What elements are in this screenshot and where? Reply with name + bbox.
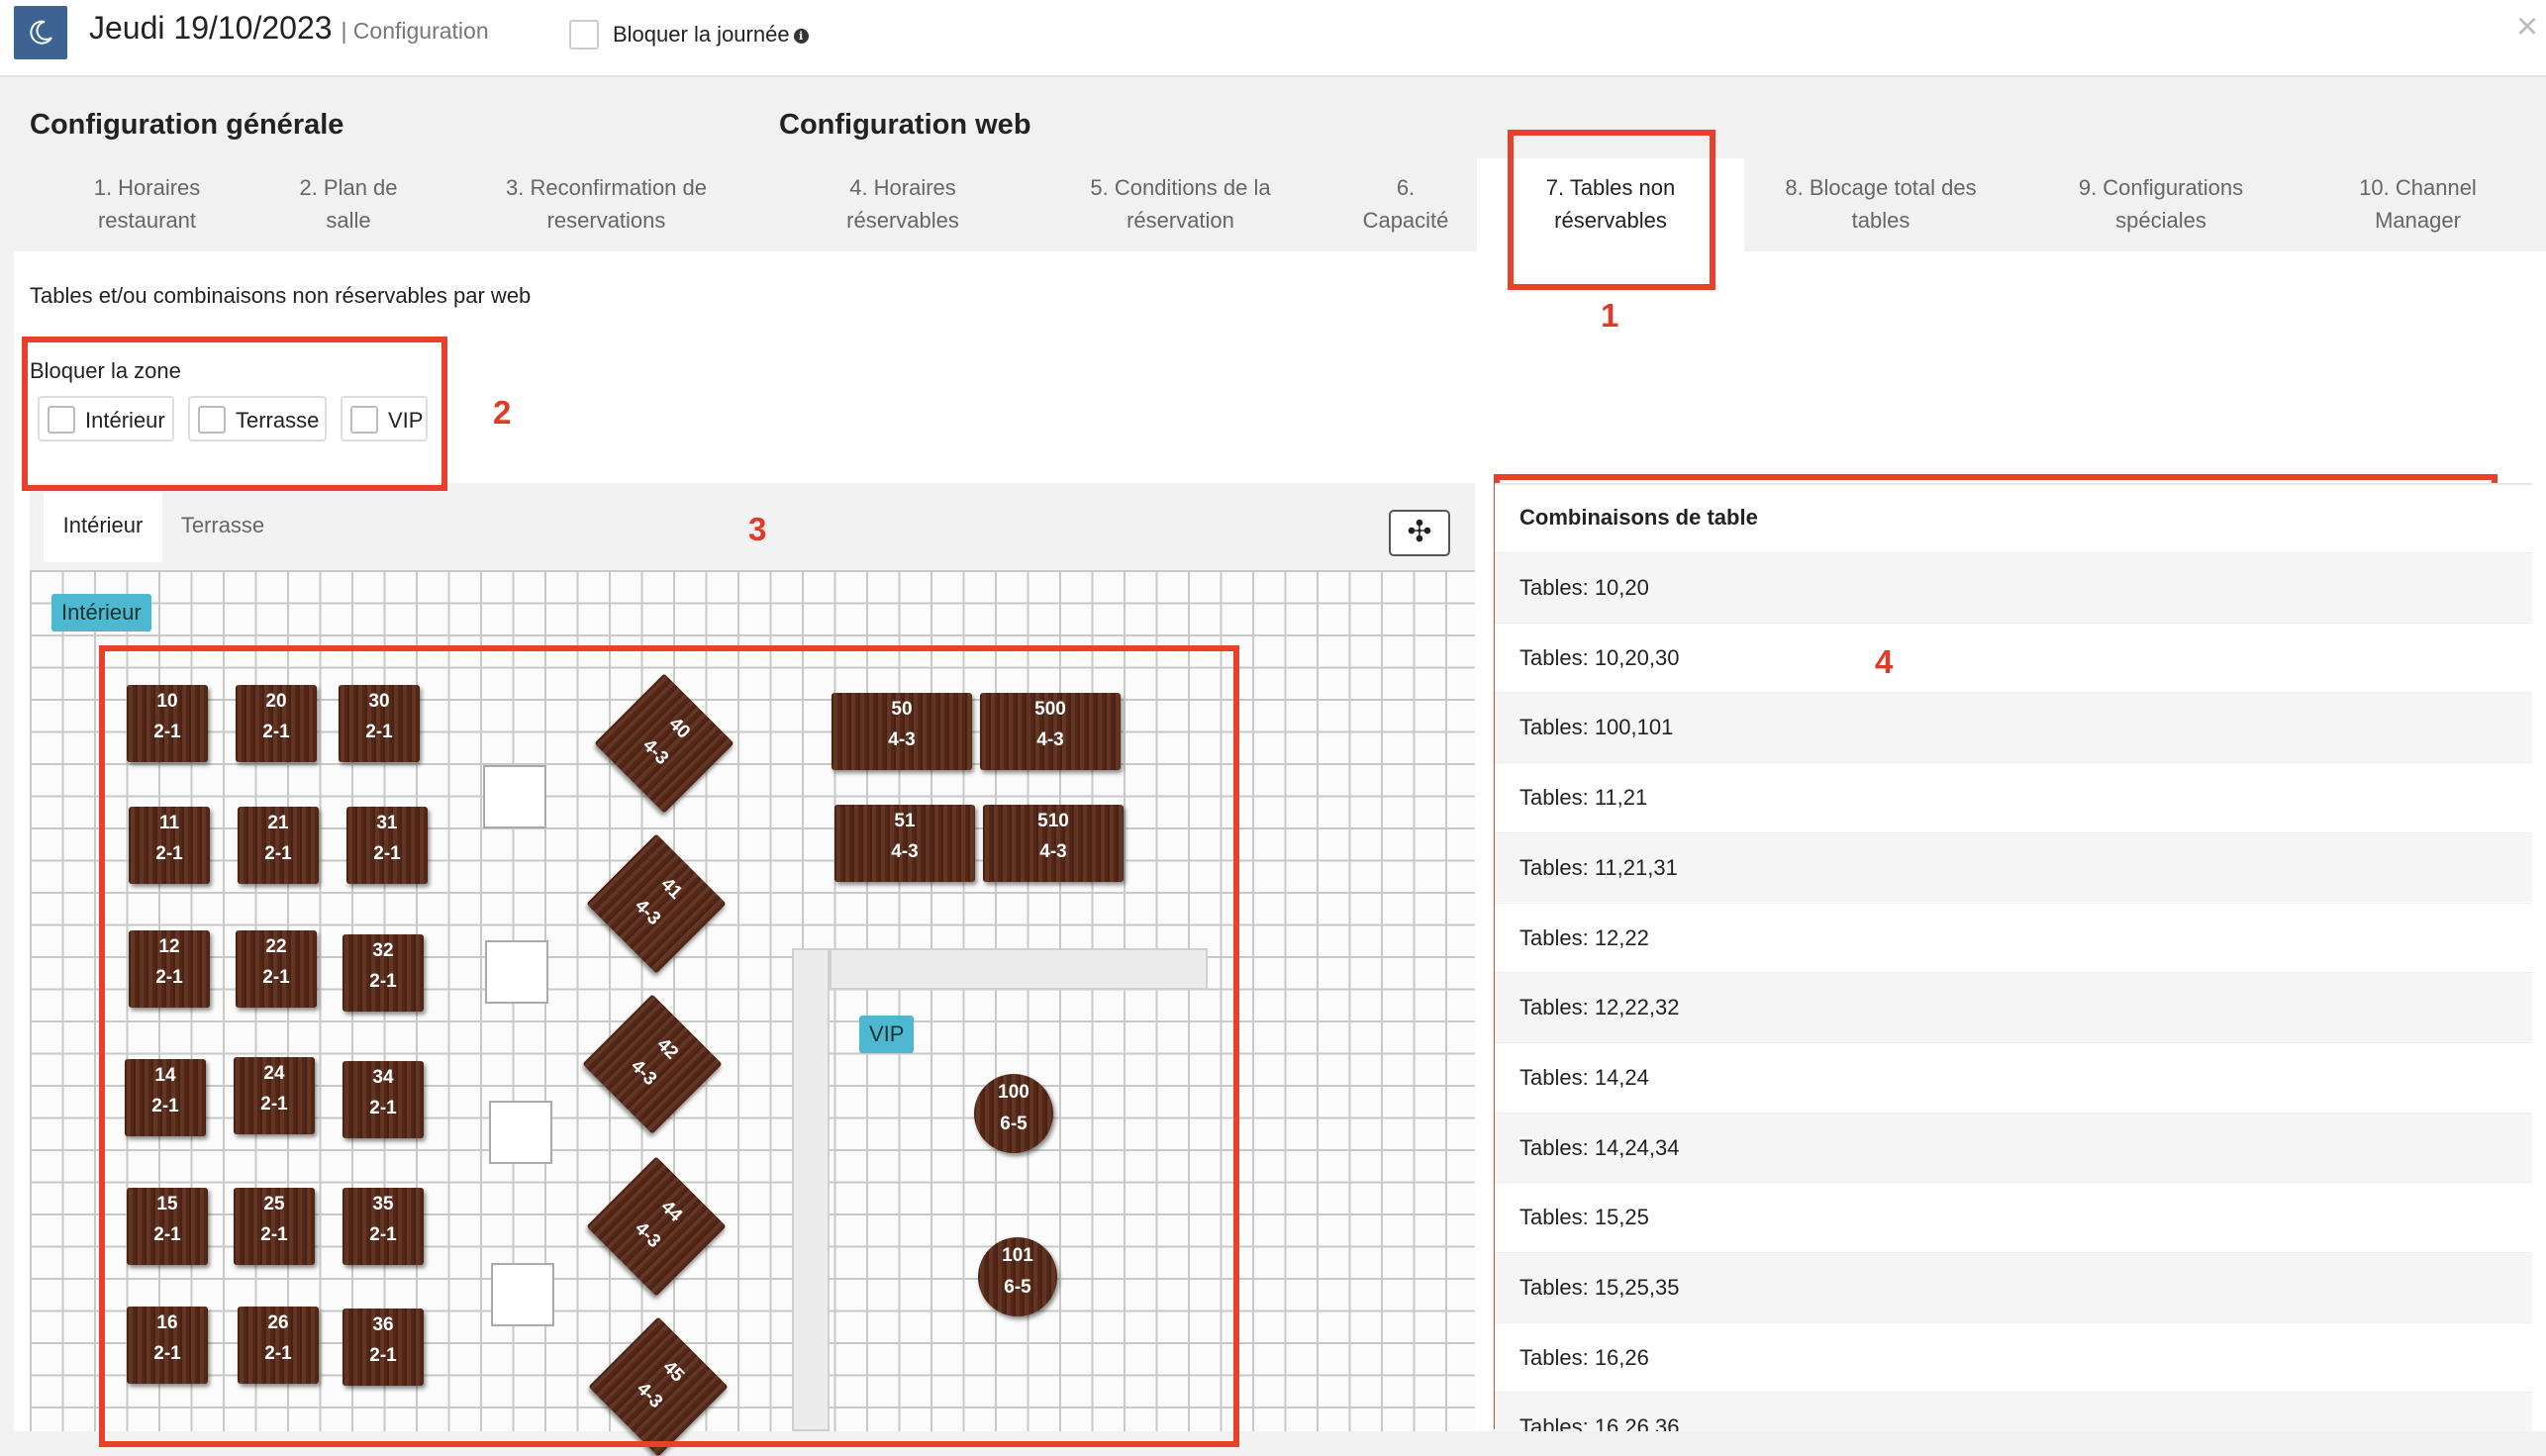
top-bar: Jeudi 19/10/2023 | Configuration Bloquer… <box>0 0 2546 77</box>
combination-row[interactable]: Tables: 14,24,34 <box>1495 1112 2532 1183</box>
combination-row[interactable]: Tables: 100,101 <box>1495 692 2532 762</box>
combination-row[interactable]: Tables: 12,22,32 <box>1495 972 2532 1042</box>
tab-reconfirmation[interactable]: 3. Reconfirmation de reservations <box>485 158 728 251</box>
annotation-box-1 <box>1508 130 1715 290</box>
combination-row[interactable]: Tables: 14,24 <box>1495 1041 2532 1113</box>
combination-row[interactable]: Tables: 12,22 <box>1495 902 2532 973</box>
close-icon[interactable]: × <box>2516 8 2538 46</box>
tab-horaires-reservables[interactable]: 4. Horaires réservables <box>804 158 1002 251</box>
zone-badge-interieur: Intérieur <box>51 594 151 631</box>
block-day-checkbox[interactable] <box>569 20 599 49</box>
floor-tab-interieur[interactable]: Intérieur <box>44 493 162 562</box>
moon-icon <box>30 20 52 45</box>
page-subtitle: | Configuration <box>341 18 489 44</box>
annotation-number-1: 1 <box>1601 297 1619 334</box>
combination-row[interactable]: Tables: 16,26 <box>1495 1321 2532 1393</box>
combination-row[interactable]: Tables: 15,25 <box>1495 1182 2532 1252</box>
page-description: Tables et/ou combinaisons non réservable… <box>30 283 532 308</box>
tab-plan-de-salle[interactable]: 2. Plan de salle <box>259 158 438 251</box>
tab-horaires-restaurant[interactable]: 1. Horaires restaurant <box>49 158 245 251</box>
annotation-number-4: 4 <box>1875 643 1894 680</box>
combinations-panel: Combinaisons de table Tables: 10,20 Table… <box>1495 483 2532 1431</box>
combination-row[interactable]: Tables: 16,26,36 <box>1495 1392 2532 1431</box>
page-title: Jeudi 19/10/2023 | Configuration <box>89 10 489 47</box>
combination-row[interactable]: Tables: 11,21 <box>1495 762 2532 832</box>
move-arrows-icon[interactable]: ✣ <box>1389 510 1450 556</box>
combination-row[interactable]: Tables: 15,25,35 <box>1495 1252 2532 1322</box>
night-mode-button[interactable] <box>14 6 67 59</box>
combination-row[interactable]: Tables: 11,21,31 <box>1495 831 2532 903</box>
annotation-box-3 <box>99 645 1239 1447</box>
tab-conditions[interactable]: 5. Conditions de la réservation <box>1069 158 1292 251</box>
floor-tab-terrasse[interactable]: Terrasse <box>168 493 277 562</box>
annotation-number-2: 2 <box>493 394 512 431</box>
annotation-box-2 <box>22 337 447 491</box>
section-web-title: Configuration web <box>779 109 1031 141</box>
combination-row[interactable]: Tables: 10,20 <box>1495 552 2532 623</box>
combination-row[interactable]: Tables: 10,20,30 <box>1495 622 2532 693</box>
info-icon[interactable]: i <box>793 28 809 44</box>
combinations-title: Combinaisons de table <box>1495 483 2532 552</box>
block-day-label: Bloquer la journée i <box>613 22 809 48</box>
tab-configurations-speciales[interactable]: 9. Configurations spéciales <box>2047 158 2275 251</box>
tab-blocage-total[interactable]: 8. Blocage total des tables <box>1757 158 2005 251</box>
block-day-text: Bloquer la journée <box>613 22 790 47</box>
date-label: Jeudi 19/10/2023 <box>89 10 333 46</box>
section-general-title: Configuration générale <box>30 109 344 141</box>
annotation-number-3: 3 <box>748 511 767 547</box>
tab-channel-manager[interactable]: 10. Channel Manager <box>2326 158 2509 251</box>
tab-capacite[interactable]: 6. Capacité <box>1346 158 1465 251</box>
